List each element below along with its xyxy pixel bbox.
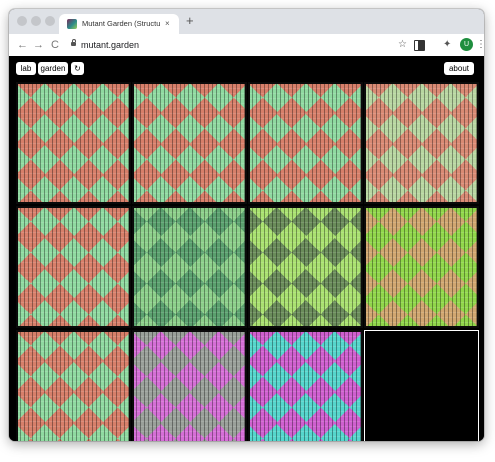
about-button[interactable]: about: [444, 62, 474, 75]
browser-toolbar: ← → C mutant.garden ☆ ✦ U ⋮: [9, 34, 484, 57]
mutant-tile[interactable]: [132, 330, 247, 441]
back-button[interactable]: ←: [17, 37, 28, 53]
profile-avatar[interactable]: U: [460, 38, 473, 51]
empty-tile[interactable]: [364, 330, 479, 441]
close-window-button[interactable]: [17, 16, 27, 26]
mutant-tile[interactable]: [16, 206, 131, 328]
reading-list-icon[interactable]: [414, 40, 425, 51]
mutant-tile[interactable]: [364, 82, 479, 204]
refresh-button[interactable]: ↻: [71, 62, 84, 75]
mutant-tile[interactable]: [248, 82, 363, 204]
garden-button[interactable]: garden: [38, 62, 68, 75]
address-bar[interactable]: mutant.garden: [81, 38, 139, 52]
tab-title: Mutant Garden (Structures of: [82, 19, 160, 28]
site-favicon-icon: [67, 19, 77, 29]
lock-icon: [71, 39, 76, 46]
tab-strip: Mutant Garden (Structures of × +: [9, 9, 484, 34]
browser-menu-icon[interactable]: ⋮: [476, 38, 484, 52]
reload-button[interactable]: C: [51, 37, 59, 53]
mutant-tile[interactable]: [132, 82, 247, 204]
maximize-window-button[interactable]: [45, 16, 55, 26]
browser-window: Mutant Garden (Structures of × + ← → C m…: [9, 9, 484, 441]
mutant-tile[interactable]: [364, 206, 479, 328]
mutant-tile[interactable]: [16, 330, 131, 441]
mutant-tile[interactable]: [132, 206, 247, 328]
browser-tab[interactable]: Mutant Garden (Structures of ×: [59, 14, 179, 34]
mutant-tile[interactable]: [248, 330, 363, 441]
lab-button[interactable]: lab: [16, 62, 36, 75]
mutant-tile[interactable]: [16, 82, 131, 204]
minimize-window-button[interactable]: [31, 16, 41, 26]
forward-button[interactable]: →: [33, 37, 44, 53]
extensions-puzzle-icon[interactable]: ✦: [443, 38, 451, 52]
mutant-tile[interactable]: [248, 206, 363, 328]
page-content: lab garden ↻ about: [9, 56, 484, 441]
bookmark-star-icon[interactable]: ☆: [398, 38, 407, 52]
tab-close-icon[interactable]: ×: [165, 18, 170, 30]
new-tab-button[interactable]: +: [186, 13, 194, 29]
